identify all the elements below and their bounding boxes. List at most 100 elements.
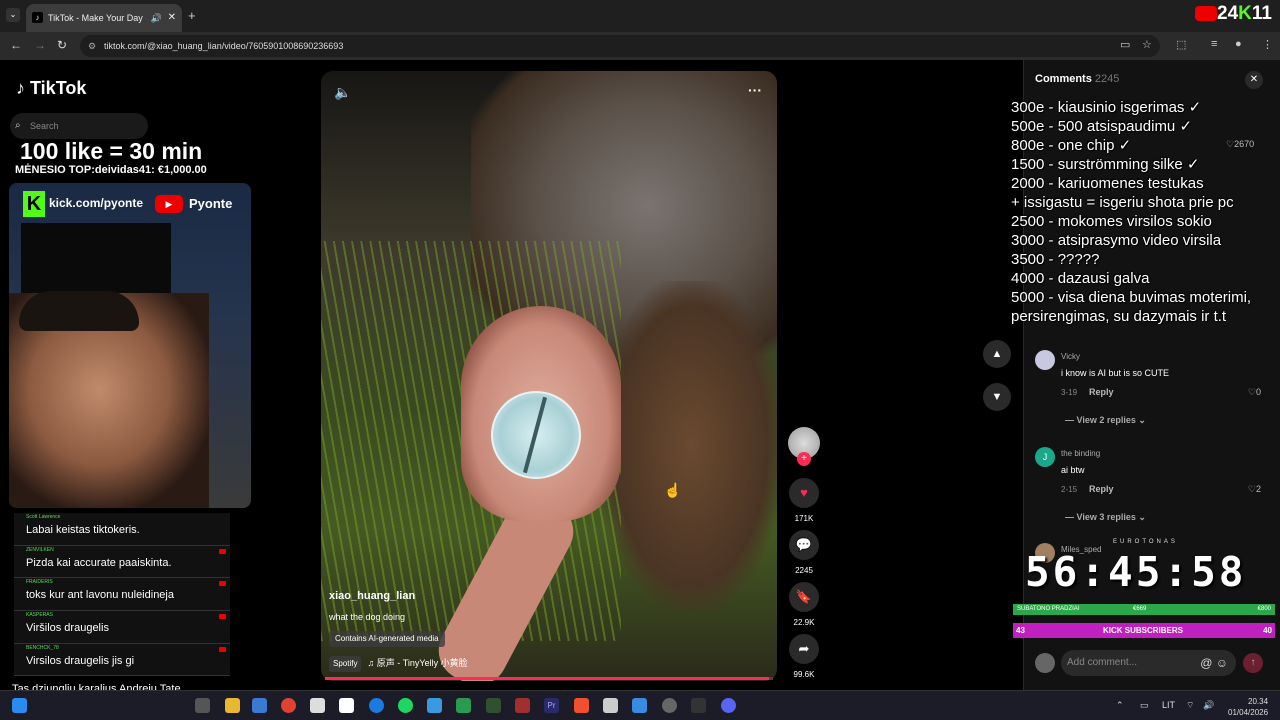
kick-icon: K — [23, 191, 45, 217]
app-icon[interactable] — [339, 698, 354, 713]
chat-message: Scott Lawrence Labai keistas tiktokeris. — [14, 513, 230, 546]
previous-video-button[interactable]: ▲ — [983, 340, 1011, 368]
timer-label: EUROTONAS — [1113, 539, 1178, 545]
tiktok-logo[interactable]: ♪ TikTok — [16, 78, 86, 99]
tab-audio-icon[interactable]: 🔊 — [151, 4, 162, 32]
media-icon[interactable]: ≡ — [1211, 38, 1217, 50]
save-action[interactable]: 🔖 22.9K — [788, 582, 820, 627]
view-replies-button[interactable]: — View 3 replies ⌄ — [1065, 512, 1146, 523]
store-icon[interactable] — [252, 698, 267, 713]
forward-icon[interactable]: → — [34, 38, 46, 52]
share-action[interactable]: ➦ 99.6K — [788, 634, 820, 679]
goal-item: 2000 - kariuomenes testukas — [1011, 175, 1204, 192]
app-icon[interactable] — [515, 698, 530, 713]
extensions-icon[interactable]: ⬚ — [1176, 38, 1186, 51]
my-avatar — [1035, 653, 1055, 673]
comment-action[interactable]: 💬 2245 — [788, 530, 820, 575]
sub-goal-bar: SUBATONO PRADZIAI €669 €800 — [1013, 604, 1275, 615]
ai-generated-label: Contains AI-generated media — [329, 631, 445, 647]
explorer-icon[interactable] — [225, 698, 240, 713]
browser-tab[interactable]: ♪ TikTok - Make Your Day 🔊 ✕ — [26, 4, 182, 32]
goal-item: 5000 - visa diena buvimas moterimi, — [1011, 289, 1252, 306]
video-username[interactable]: xiao_huang_lian — [329, 590, 415, 602]
search-icon: ⌕ — [15, 120, 21, 131]
reload-icon[interactable]: ↻ — [57, 38, 67, 52]
badge-icon — [219, 548, 226, 554]
add-comment-input[interactable]: Add comment... @ ☺ — [1061, 650, 1236, 676]
menu-icon[interactable]: ⋮ — [1262, 38, 1273, 51]
tray-chevron-icon[interactable]: ⌃ — [1116, 700, 1124, 711]
photos-icon[interactable] — [427, 698, 442, 713]
next-video-button[interactable]: ▼ — [983, 383, 1011, 411]
obs-icon[interactable] — [662, 698, 677, 713]
app-icon[interactable] — [456, 698, 471, 713]
notepad-icon[interactable] — [632, 698, 647, 713]
mouse-cursor-icon: ☝ — [664, 482, 682, 498]
brave-icon[interactable] — [574, 698, 589, 713]
terminal-icon[interactable] — [691, 698, 706, 713]
reply-button[interactable]: Reply — [1089, 387, 1114, 397]
comment-icon: 💬 — [789, 530, 819, 560]
system-clock[interactable]: 20.34 01/04/2026 — [1228, 696, 1268, 718]
close-comments-icon[interactable]: ✕ — [1245, 71, 1263, 89]
goal-item: persirengimas, su dazymais ir t.t — [1011, 308, 1227, 325]
goal-item: 3000 - atsiprasymo video virsila — [1011, 232, 1222, 249]
app-icon[interactable] — [486, 698, 501, 713]
avatar[interactable]: J — [1035, 447, 1055, 467]
comment-like[interactable]: ♡2 — [1248, 484, 1261, 495]
app-icon[interactable] — [310, 698, 325, 713]
comments-header: Comments 2245 — [1035, 73, 1120, 85]
app-icon[interactable] — [603, 698, 618, 713]
reply-button[interactable]: Reply — [1089, 484, 1114, 494]
edge-icon[interactable] — [369, 698, 384, 713]
site-info-icon[interactable]: ⚙ — [88, 35, 96, 57]
profile-icon[interactable]: ● — [1235, 38, 1242, 50]
url-field[interactable]: ⚙ tiktok.com/@xiao_huang_lian/video/7605… — [80, 35, 1160, 57]
tab-search-icon[interactable]: ⌄ — [6, 8, 20, 22]
tab-title: TikTok - Make Your Day — [48, 13, 143, 23]
video-music[interactable]: Spotify ♫ 原声 - TinyYelly 小黄脸 — [329, 655, 468, 672]
creator-avatar[interactable]: + — [788, 427, 820, 466]
like-action[interactable]: ♥ 171K — [788, 478, 820, 523]
search-input[interactable]: ⌕ Search — [10, 113, 148, 139]
goal-item: 300e - kiausinio isgerimas ✓ — [1011, 99, 1202, 116]
comment-like[interactable]: ♡0 — [1248, 387, 1261, 398]
discord-icon[interactable] — [721, 698, 736, 713]
chat-message: FRAIDERIS toks kur ant lavonu nuleidineja — [14, 578, 230, 612]
goal-item: 800e - one chip ✓ — [1011, 137, 1132, 154]
tab-close-icon[interactable]: ✕ — [168, 4, 176, 32]
view-replies-button[interactable]: — View 2 replies ⌄ — [1065, 415, 1146, 426]
goal-item: 4000 - dazausi galva — [1011, 270, 1150, 287]
tiktok-icon: ♪ — [32, 12, 43, 23]
badge-icon — [219, 646, 226, 652]
tray-icon[interactable]: ▭ — [1140, 700, 1149, 711]
music-note-icon: ♫ — [367, 658, 377, 668]
chat-message: ZENVILKEN Pizda kai accurate paaiskinta. — [14, 545, 230, 579]
search-task-icon[interactable] — [195, 698, 210, 713]
new-tab-button[interactable]: + — [188, 8, 196, 23]
spotify-icon[interactable] — [398, 698, 413, 713]
start-icon[interactable] — [12, 698, 27, 713]
spotify-tag[interactable]: Spotify — [329, 656, 362, 672]
follow-plus-icon[interactable]: + — [797, 452, 811, 466]
volume-icon[interactable]: 🔈 — [334, 84, 351, 101]
chrome-icon[interactable] — [281, 698, 296, 713]
more-options-icon[interactable]: ··· — [748, 82, 762, 98]
premiere-icon[interactable]: Pr — [544, 698, 559, 713]
subathon-timer: 56:45:58 — [1025, 548, 1247, 596]
bookmark-icon: 🔖 — [789, 582, 819, 612]
badge-icon — [219, 614, 226, 620]
kick-k-icon: K — [1238, 3, 1252, 24]
wifi-icon[interactable]: ⌔ — [1186, 700, 1194, 711]
cast-icon[interactable]: ▭ — [1120, 38, 1130, 51]
back-icon[interactable]: ← — [10, 38, 22, 52]
mention-emoji-icon[interactable]: @ ☺ — [1200, 650, 1228, 676]
language-indicator[interactable]: LIT — [1162, 700, 1175, 710]
bookmark-star-icon[interactable]: ☆ — [1142, 38, 1152, 51]
kick-url: kick.com/pyonte — [49, 196, 144, 210]
avatar[interactable] — [1035, 350, 1055, 370]
volume-tray-icon[interactable]: 🔊 — [1203, 700, 1214, 711]
video-progress-bar[interactable] — [325, 677, 773, 680]
send-comment-button[interactable]: ↑ — [1243, 653, 1263, 673]
goal-item: + issigastu = isgeriu shota prie pc — [1011, 194, 1234, 211]
